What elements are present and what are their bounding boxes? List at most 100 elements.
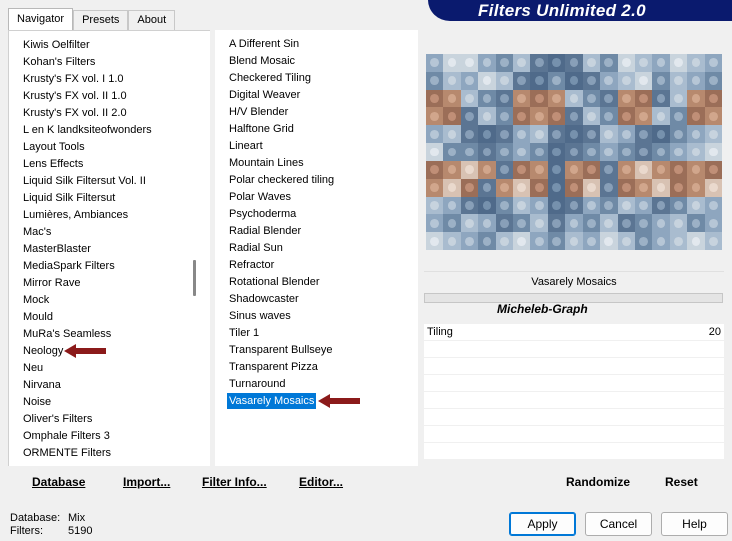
filter-info-button[interactable]: Filter Info... <box>202 475 267 489</box>
category-item[interactable]: Kiwis Oelfilter <box>21 37 92 53</box>
mosaic-tile <box>443 125 461 144</box>
import-button[interactable]: Import... <box>123 475 170 489</box>
mosaic-tile <box>513 54 531 72</box>
category-item[interactable]: Nirvana <box>21 377 63 393</box>
filter-item[interactable]: Transparent Bullseye <box>227 342 335 358</box>
category-item[interactable]: Kohan's Filters <box>21 54 97 70</box>
mosaic-tile <box>443 54 461 72</box>
filter-item[interactable]: Transparent Pizza <box>227 359 320 375</box>
help-button[interactable]: Help <box>661 512 728 536</box>
param-row-empty <box>424 409 724 426</box>
mosaic-tile <box>478 160 496 179</box>
filter-arrow-icon <box>318 394 360 408</box>
reset-button[interactable]: Reset <box>665 475 698 489</box>
filter-item[interactable]: Polar checkered tiling <box>227 172 336 188</box>
category-item[interactable]: Omphale Filters 3 <box>21 428 112 444</box>
filter-item[interactable]: Tiler 1 <box>227 325 261 341</box>
category-item[interactable]: Layout Tools <box>21 139 87 155</box>
filter-item[interactable]: Vasarely Mosaics <box>227 393 317 409</box>
category-item[interactable]: Lumières, Ambiances <box>21 207 130 223</box>
filter-item[interactable]: Radial Sun <box>227 240 285 256</box>
mosaic-tile <box>634 178 653 197</box>
category-item[interactable]: Lens Effects <box>21 156 85 172</box>
category-item[interactable]: ORMENTE Filters <box>21 445 113 461</box>
mosaic-tile <box>530 54 548 72</box>
mosaic-tile <box>687 214 705 233</box>
mosaic-tile <box>617 89 635 108</box>
preview-filter-name: Vasarely Mosaics <box>424 271 724 291</box>
filter-item[interactable]: Shadowcaster <box>227 291 301 307</box>
param-row-empty <box>424 375 724 392</box>
category-item[interactable]: Noise <box>21 394 53 410</box>
mosaic-tile <box>687 71 705 90</box>
mosaic-tile <box>426 196 444 215</box>
mosaic-tile <box>495 214 514 233</box>
filter-item[interactable]: Blend Mosaic <box>227 53 297 69</box>
mosaic-tile <box>547 196 566 215</box>
mosaic-tile <box>478 178 496 197</box>
mosaic-tile <box>443 178 461 197</box>
category-item[interactable]: Neology <box>21 343 65 359</box>
mosaic-tile <box>617 160 635 179</box>
mosaic-tile <box>582 54 601 72</box>
filter-item[interactable]: Checkered Tiling <box>227 70 313 86</box>
mosaic-tile <box>652 214 670 233</box>
mosaic-tile <box>582 232 601 250</box>
category-item[interactable]: Mould <box>21 309 55 325</box>
tab-presets[interactable]: Presets <box>73 10 129 30</box>
param-row-tiling[interactable]: Tiling 20 <box>424 324 724 341</box>
category-scrollbar-thumb[interactable] <box>193 260 196 296</box>
filter-item[interactable]: Radial Blender <box>227 223 303 239</box>
randomize-button[interactable]: Randomize <box>566 475 630 489</box>
filter-item[interactable]: Lineart <box>227 138 265 154</box>
filter-item[interactable]: Polar Waves <box>227 189 293 205</box>
category-item[interactable]: Krusty's FX vol. II 2.0 <box>21 105 129 121</box>
filter-item[interactable]: Sinus waves <box>227 308 293 324</box>
mosaic-tile <box>495 196 514 215</box>
filter-item[interactable]: Psychoderma <box>227 206 298 222</box>
category-item[interactable]: Liquid Silk Filtersut Vol. II <box>21 173 148 189</box>
category-item[interactable]: Krusty's FX vol. I 1.0 <box>21 71 126 87</box>
mosaic-tile <box>600 214 618 233</box>
category-item[interactable]: L en K landksiteofwonders <box>21 122 154 138</box>
filter-item[interactable]: H/V Blender <box>227 104 290 120</box>
category-item[interactable]: MediaSpark Filters <box>21 258 117 274</box>
tab-about[interactable]: About <box>128 10 176 30</box>
mosaic-tile <box>687 143 705 161</box>
mosaic-tile <box>513 71 531 90</box>
category-item[interactable]: Mac's <box>21 224 53 240</box>
filter-item[interactable]: Digital Weaver <box>227 87 302 103</box>
mosaic-tile <box>669 178 688 197</box>
editor-button[interactable]: Editor... <box>299 475 343 489</box>
mosaic-tile <box>600 178 618 197</box>
category-item[interactable]: Oliver's Filters <box>21 411 94 427</box>
filter-item[interactable]: Turnaround <box>227 376 287 392</box>
mosaic-tile <box>443 71 461 90</box>
cancel-button[interactable]: Cancel <box>585 512 652 536</box>
mosaic-tile <box>495 125 514 144</box>
category-item[interactable]: Mirror Rave <box>21 275 82 291</box>
mosaic-tile <box>547 178 566 197</box>
tab-navigator[interactable]: Navigator <box>8 8 74 30</box>
category-item[interactable]: Mock <box>21 292 51 308</box>
category-item[interactable]: Liquid Silk Filtersut <box>21 190 117 206</box>
database-button[interactable]: Database <box>32 475 85 489</box>
mosaic-tile <box>495 107 514 126</box>
filter-item[interactable]: Mountain Lines <box>227 155 306 171</box>
category-list[interactable]: Kiwis Oelfilter Kohan's Filters Krusty's F… <box>8 30 210 466</box>
mosaic-tile <box>634 196 653 215</box>
filter-item[interactable]: Rotational Blender <box>227 274 322 290</box>
category-item[interactable]: Krusty's FX vol. II 1.0 <box>21 88 129 104</box>
apply-button[interactable]: Apply <box>509 512 576 536</box>
mosaic-tile <box>582 214 601 233</box>
category-item[interactable]: MasterBlaster <box>21 241 93 257</box>
author-label: Micheleb-Graph <box>497 302 588 316</box>
mosaic-tile <box>460 89 479 108</box>
filter-item[interactable]: Refractor <box>227 257 276 273</box>
filter-item[interactable]: A Different Sin <box>227 36 301 52</box>
filter-list[interactable]: A Different Sin Blend Mosaic Checkered Til… <box>215 30 418 466</box>
filter-item[interactable]: Halftone Grid <box>227 121 296 137</box>
category-item[interactable]: Neu <box>21 360 45 376</box>
mosaic-tile <box>495 178 514 197</box>
category-item[interactable]: MuRa's Seamless <box>21 326 113 342</box>
